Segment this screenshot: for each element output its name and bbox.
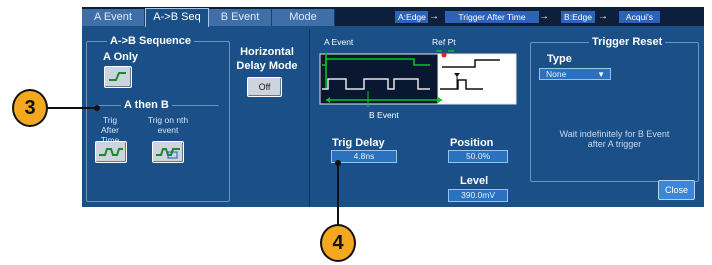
callout-leaders (46, 105, 341, 233)
callout-3-badge: 3 (12, 89, 48, 127)
callout-4-badge: 4 (320, 224, 356, 262)
